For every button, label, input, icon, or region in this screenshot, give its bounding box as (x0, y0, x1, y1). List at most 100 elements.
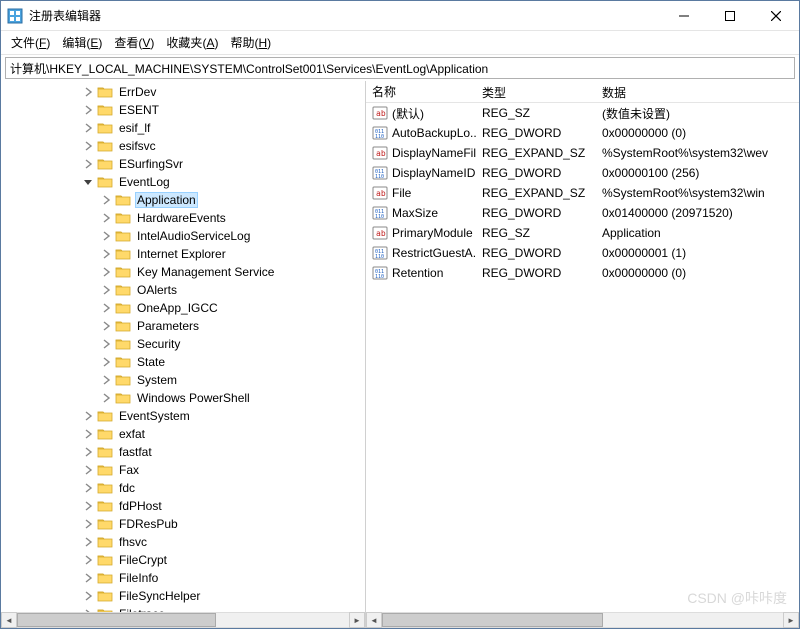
chevron-down-icon[interactable] (81, 175, 95, 189)
chevron-right-icon[interactable] (81, 517, 95, 531)
chevron-right-icon[interactable] (81, 589, 95, 603)
chevron-right-icon[interactable] (81, 409, 95, 423)
chevron-right-icon[interactable] (81, 481, 95, 495)
chevron-right-icon[interactable] (81, 427, 95, 441)
folder-icon (97, 589, 113, 603)
tree-item[interactable]: ErrDev (1, 83, 365, 101)
chevron-right-icon[interactable] (81, 499, 95, 513)
tree-item[interactable]: Parameters (1, 317, 365, 335)
tree-item[interactable]: Windows PowerShell (1, 389, 365, 407)
scroll-right-icon[interactable]: ► (783, 612, 799, 628)
tree-item[interactable]: IntelAudioServiceLog (1, 227, 365, 245)
address-bar[interactable]: 计算机\HKEY_LOCAL_MACHINE\SYSTEM\ControlSet… (5, 57, 795, 79)
tree-item[interactable]: esifsvc (1, 137, 365, 155)
value-row[interactable]: abDisplayNameFileREG_EXPAND_SZ%SystemRoo… (366, 143, 799, 163)
tree-item[interactable]: fastfat (1, 443, 365, 461)
column-header-type[interactable]: 类型 (476, 81, 596, 102)
tree-item[interactable]: FileSyncHelper (1, 587, 365, 605)
chevron-right-icon[interactable] (99, 211, 113, 225)
chevron-right-icon[interactable] (99, 229, 113, 243)
chevron-right-icon[interactable] (99, 391, 113, 405)
minimize-button[interactable] (661, 1, 707, 31)
tree-item[interactable]: System (1, 371, 365, 389)
tree-item-label: Security (135, 337, 182, 351)
tree-item[interactable]: exfat (1, 425, 365, 443)
value-row[interactable]: 011110RestrictGuestA...REG_DWORD0x000000… (366, 243, 799, 263)
scroll-left-icon[interactable]: ◄ (1, 612, 17, 628)
tree-item[interactable]: Application (1, 191, 365, 209)
chevron-right-icon[interactable] (81, 103, 95, 117)
scroll-thumb[interactable] (17, 613, 216, 627)
scroll-thumb[interactable] (382, 613, 603, 627)
tree-item-label: fdPHost (117, 499, 164, 513)
chevron-right-icon[interactable] (99, 355, 113, 369)
tree-item-label: Internet Explorer (135, 247, 228, 261)
tree-item[interactable]: Key Management Service (1, 263, 365, 281)
value-name: RestrictGuestA... (392, 246, 476, 260)
tree-item[interactable]: fdPHost (1, 497, 365, 515)
value-list[interactable]: ab(默认)REG_SZ(数值未设置)011110AutoBackupLo...… (366, 103, 799, 612)
scroll-right-icon[interactable]: ► (349, 612, 365, 628)
tree-item[interactable]: ESENT (1, 101, 365, 119)
tree-item[interactable]: FileInfo (1, 569, 365, 587)
tree-item[interactable]: State (1, 353, 365, 371)
tree-item[interactable]: HardwareEvents (1, 209, 365, 227)
menu-help[interactable]: 帮助(H) (224, 32, 277, 53)
tree-item[interactable]: esif_lf (1, 119, 365, 137)
scroll-track[interactable] (382, 612, 783, 628)
tree-item[interactable]: FDResPub (1, 515, 365, 533)
list-hscrollbar[interactable]: ◄ ► (366, 612, 799, 628)
value-row[interactable]: ab(默认)REG_SZ(数值未设置) (366, 103, 799, 123)
chevron-right-icon[interactable] (81, 445, 95, 459)
column-header-name[interactable]: 名称 (366, 81, 476, 102)
close-button[interactable] (753, 1, 799, 31)
value-row[interactable]: 011110RetentionREG_DWORD0x00000000 (0) (366, 263, 799, 283)
binary-value-icon: 011110 (372, 165, 388, 181)
menu-favorites[interactable]: 收藏夹(A) (160, 32, 224, 53)
chevron-right-icon[interactable] (99, 283, 113, 297)
chevron-right-icon[interactable] (99, 247, 113, 261)
scroll-track[interactable] (17, 612, 349, 628)
tree-item[interactable]: OAlerts (1, 281, 365, 299)
chevron-right-icon[interactable] (81, 463, 95, 477)
value-row[interactable]: 011110AutoBackupLo...REG_DWORD0x00000000… (366, 123, 799, 143)
column-header-data[interactable]: 数据 (596, 81, 799, 102)
tree-item[interactable]: ESurfingSvr (1, 155, 365, 173)
chevron-right-icon[interactable] (81, 571, 95, 585)
tree-item[interactable]: fhsvc (1, 533, 365, 551)
tree-item[interactable]: Fax (1, 461, 365, 479)
value-row[interactable]: abFileREG_EXPAND_SZ%SystemRoot%\system32… (366, 183, 799, 203)
chevron-right-icon[interactable] (81, 85, 95, 99)
tree-hscrollbar[interactable]: ◄ ► (1, 612, 365, 628)
chevron-right-icon[interactable] (81, 157, 95, 171)
registry-tree[interactable]: ErrDevESENTesif_lfesifsvcESurfingSvrEven… (1, 81, 365, 612)
value-row[interactable]: 011110DisplayNameIDREG_DWORD0x00000100 (… (366, 163, 799, 183)
scroll-left-icon[interactable]: ◄ (366, 612, 382, 628)
chevron-right-icon[interactable] (99, 301, 113, 315)
menu-view[interactable]: 查看(V) (108, 32, 160, 53)
tree-item[interactable]: OneApp_IGCC (1, 299, 365, 317)
tree-item[interactable]: EventLog (1, 173, 365, 191)
value-row[interactable]: 011110MaxSizeREG_DWORD0x01400000 (209715… (366, 203, 799, 223)
maximize-button[interactable] (707, 1, 753, 31)
tree-item[interactable]: Internet Explorer (1, 245, 365, 263)
tree-item[interactable]: FileCrypt (1, 551, 365, 569)
chevron-right-icon[interactable] (81, 139, 95, 153)
tree-item[interactable]: EventSystem (1, 407, 365, 425)
menu-edit[interactable]: 编辑(E) (56, 32, 108, 53)
chevron-right-icon[interactable] (99, 193, 113, 207)
menu-file[interactable]: 文件(F) (5, 32, 56, 53)
chevron-right-icon[interactable] (99, 319, 113, 333)
chevron-right-icon[interactable] (99, 373, 113, 387)
svg-text:110: 110 (375, 214, 384, 220)
chevron-right-icon[interactable] (81, 553, 95, 567)
chevron-right-icon[interactable] (99, 265, 113, 279)
chevron-right-icon[interactable] (99, 337, 113, 351)
chevron-right-icon[interactable] (81, 535, 95, 549)
tree-item[interactable]: Security (1, 335, 365, 353)
value-data: 0x00000001 (1) (596, 245, 799, 261)
value-row[interactable]: abPrimaryModuleREG_SZApplication (366, 223, 799, 243)
tree-item[interactable]: fdc (1, 479, 365, 497)
chevron-right-icon[interactable] (81, 121, 95, 135)
tree-item[interactable]: Filetrace (1, 605, 365, 612)
